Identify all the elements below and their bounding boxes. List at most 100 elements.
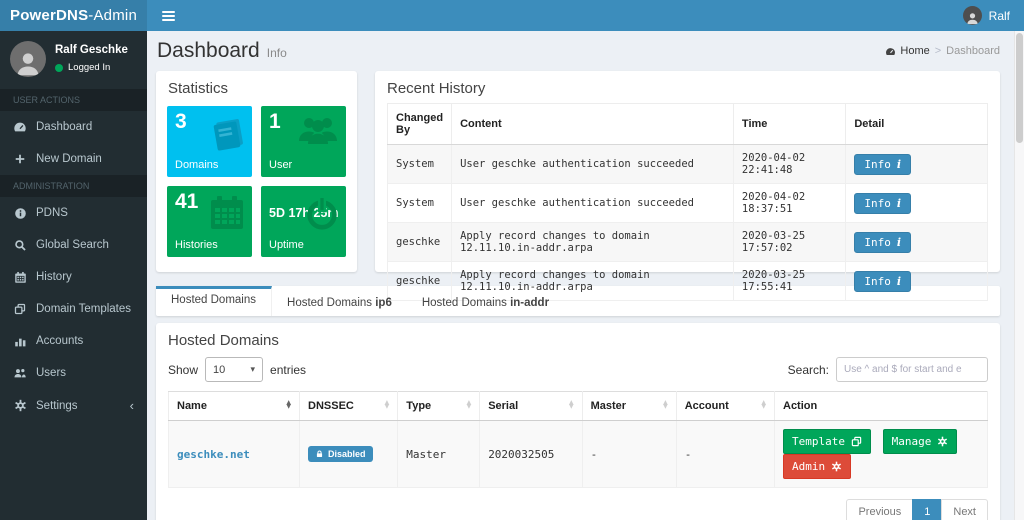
brand-rest: -Admin bbox=[88, 7, 137, 24]
sidebar-item-global-search[interactable]: Global Search bbox=[0, 229, 147, 261]
sidebar-item-label: Accounts bbox=[36, 335, 84, 347]
sidebar-item-users[interactable]: Users bbox=[0, 357, 147, 389]
sidebar-item-pdns[interactable]: PDNS bbox=[0, 197, 147, 229]
lock-icon bbox=[316, 450, 323, 458]
column-header-serial[interactable]: Serial ▲ ▼ bbox=[479, 391, 583, 421]
column-header-master[interactable]: Master ▲ ▼ bbox=[581, 391, 677, 421]
calendar-icon bbox=[13, 270, 27, 284]
column-header-name[interactable]: Name ▲ ▼ bbox=[167, 391, 301, 421]
brand-logo[interactable]: PowerDNS -Admin bbox=[0, 0, 147, 31]
sort-icon: ▲ ▼ bbox=[761, 399, 766, 410]
scrollbar-track[interactable] bbox=[1014, 31, 1024, 520]
history-row: System User geschke authentication succe… bbox=[386, 144, 988, 184]
sidebar-item-new-domain[interactable]: New Domain bbox=[0, 143, 147, 175]
history-changed-by: System bbox=[386, 144, 453, 184]
column-header-action: Action bbox=[774, 391, 988, 421]
domain-master: - bbox=[581, 420, 677, 488]
stat-box-uptime[interactable]: 5D 17h 25m Uptime bbox=[261, 186, 346, 257]
navbar-user-menu[interactable]: Ralf bbox=[962, 6, 1024, 25]
scrollbar-thumb[interactable] bbox=[1016, 33, 1023, 143]
sidebar-item-domain-templates[interactable]: Domain Templates bbox=[0, 293, 147, 325]
sidebar-user-info: Ralf Geschke Logged In bbox=[55, 41, 128, 73]
sidebar-user-name: Ralf Geschke bbox=[55, 44, 128, 56]
hosted-domains-title: Hosted Domains bbox=[168, 332, 279, 349]
dnssec-status-badge[interactable]: Disabled bbox=[308, 446, 373, 462]
breadcrumb-current: Dashboard bbox=[946, 45, 1000, 57]
stat-box-user[interactable]: 1 User bbox=[261, 106, 346, 177]
hosted-domains-table: Name ▲ ▼ DNSSEC ▲ ▼ Type ▲ ▼ Serial ▲ ▼ Master ▲ ▼… bbox=[167, 391, 988, 488]
search-label: Search: bbox=[787, 362, 829, 377]
template-button[interactable]: Template bbox=[783, 429, 871, 454]
sidebar-item-dashboard[interactable]: Dashboard bbox=[0, 111, 147, 143]
navbar-avatar bbox=[962, 6, 982, 25]
column-header-detail: Detail bbox=[845, 103, 988, 145]
sort-icon: ▲ ▼ bbox=[466, 399, 472, 410]
stat-value: 3 bbox=[175, 110, 187, 133]
pagination-previous-button[interactable]: Previous bbox=[846, 499, 914, 520]
breadcrumb-home[interactable]: Home bbox=[885, 45, 930, 57]
stat-label: Histories bbox=[175, 239, 218, 251]
tachometer-icon bbox=[886, 47, 896, 55]
chart-bar-icon bbox=[13, 334, 27, 348]
page-size-control: Show 10 ▾ entries bbox=[168, 357, 306, 382]
info-icon: i bbox=[896, 235, 902, 249]
plus-icon bbox=[13, 152, 27, 166]
show-label: Show bbox=[168, 362, 199, 377]
page-size-select[interactable]: 10 ▾ bbox=[205, 357, 264, 382]
content-header: Dashboard Info Home > Dashboard bbox=[147, 31, 1024, 69]
sort-icon: ▲ ▼ bbox=[384, 399, 390, 410]
sidebar-item-label: Global Search bbox=[36, 239, 109, 251]
admin-button[interactable]: Admin bbox=[783, 454, 852, 479]
stat-box-domains[interactable]: 3 Domains bbox=[167, 106, 252, 177]
sidebar-user-status[interactable]: Logged In bbox=[55, 62, 128, 73]
top-row: Statistics 3 Domains 1 User 41 Histories… bbox=[147, 69, 1024, 301]
statistics-grid: 3 Domains 1 User 41 Histories 5D 17h 25m… bbox=[156, 102, 357, 268]
sidebar-item-history[interactable]: History bbox=[0, 261, 147, 293]
manage-button[interactable]: Manage bbox=[882, 429, 958, 454]
info-button[interactable]: Info i bbox=[854, 231, 912, 253]
tab-hosted-domains-ip6[interactable]: Hosted Domains ip6 bbox=[272, 286, 407, 316]
stat-box-histories[interactable]: 41 Histories bbox=[167, 186, 252, 257]
column-header-type[interactable]: Type ▲ ▼ bbox=[397, 391, 481, 421]
stat-label: Uptime bbox=[269, 239, 304, 251]
column-header-changed-by: Changed By bbox=[386, 103, 453, 145]
sidebar-item-settings[interactable]: Settings ‹ bbox=[0, 389, 147, 422]
domain-name-link[interactable]: geschke.net bbox=[177, 448, 250, 461]
breadcrumb: Home > Dashboard bbox=[885, 45, 1000, 57]
search-input[interactable] bbox=[836, 357, 988, 382]
navbar-username: Ralf bbox=[988, 8, 1010, 23]
sidebar-item-label: Dashboard bbox=[36, 121, 93, 133]
sidebar-toggle-button[interactable] bbox=[147, 0, 190, 31]
tab-hosted-domains[interactable]: Hosted Domains bbox=[156, 286, 273, 316]
calendar-icon bbox=[207, 193, 247, 238]
history-changed-by: System bbox=[386, 183, 453, 223]
column-header-account[interactable]: Account ▲ ▼ bbox=[675, 391, 776, 421]
clone-icon bbox=[851, 436, 862, 447]
sidebar-item-accounts[interactable]: Accounts bbox=[0, 325, 147, 357]
table-controls: Show 10 ▾ entries Search: bbox=[156, 354, 1000, 391]
sidebar-section-administration: ADMINISTRATION bbox=[0, 175, 147, 197]
pagination-page-1-button[interactable]: 1 bbox=[912, 499, 943, 520]
tachometer-icon bbox=[13, 120, 27, 134]
recent-history-table: Changed By Content Time Detail System Us… bbox=[386, 103, 988, 301]
top-navbar: PowerDNS -Admin Ralf bbox=[0, 0, 1024, 31]
statistics-title: Statistics bbox=[168, 80, 229, 97]
caret-down-icon: ▾ bbox=[250, 364, 256, 375]
users-icon bbox=[295, 113, 341, 158]
pagination: Previous 1 Next bbox=[156, 488, 1000, 520]
history-time: 2020-04-02 22:41:48 bbox=[732, 144, 847, 184]
history-content: User geschke authentication succeeded bbox=[451, 144, 734, 184]
info-button[interactable]: Info i bbox=[854, 270, 912, 292]
page-size-value: 10 bbox=[213, 363, 226, 376]
history-row: System User geschke authentication succe… bbox=[386, 183, 988, 223]
sort-icon: ▲ ▼ bbox=[568, 399, 574, 410]
info-icon: i bbox=[896, 157, 902, 171]
sidebar-item-label: Users bbox=[36, 367, 67, 379]
column-header-dnssec[interactable]: DNSSEC ▲ ▼ bbox=[299, 391, 399, 421]
info-button[interactable]: Info i bbox=[854, 153, 912, 175]
info-button[interactable]: Info i bbox=[854, 192, 912, 214]
pagination-next-button[interactable]: Next bbox=[941, 499, 988, 520]
sidebar-item-label: New Domain bbox=[36, 153, 102, 165]
tab-hosted-domains-in-addr[interactable]: Hosted Domains in-addr bbox=[407, 286, 564, 316]
users-icon bbox=[13, 366, 27, 380]
